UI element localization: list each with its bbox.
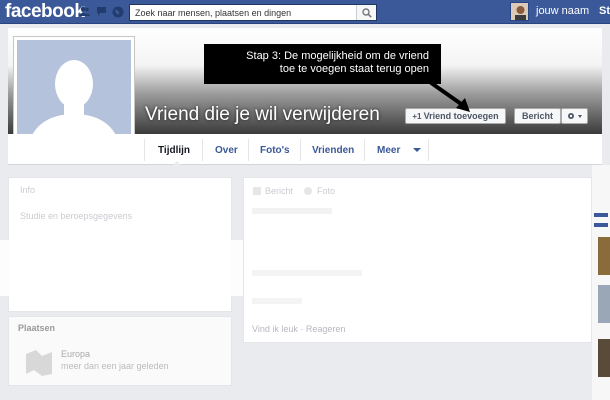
messages-icon[interactable] [96, 6, 107, 17]
search-icon [362, 8, 372, 18]
settings-dropdown-button[interactable] [561, 108, 588, 124]
friend-requests-icon[interactable] [79, 6, 90, 17]
home-link-partial[interactable]: St [599, 5, 610, 17]
right-sidebar-partial [592, 165, 610, 400]
notifications-globe-icon[interactable] [112, 6, 124, 18]
place-sub: meer dan een jaar geleden [61, 361, 169, 371]
post-line [252, 298, 302, 304]
places-title: Plaatsen [18, 323, 56, 333]
add-friend-icon: +1 [412, 112, 424, 121]
user-avatar[interactable] [510, 2, 529, 21]
profile-name: Vriend die je wil verwijderen [145, 104, 380, 125]
place-name[interactable]: Europa [61, 349, 90, 359]
place-map-icon [26, 350, 52, 376]
gear-icon [567, 113, 582, 119]
fade-overlay [0, 240, 243, 296]
tab-photos[interactable]: Foto's [260, 145, 290, 156]
message-button[interactable]: Bericht [514, 108, 561, 124]
search-box [129, 4, 377, 21]
composer-status[interactable]: Bericht [265, 186, 293, 196]
callout-line-1: Stap 3: De mogelijkheid om de vriend [246, 50, 429, 62]
info-row[interactable]: Studie en beroepsgegevens [20, 211, 132, 221]
tab-about[interactable]: Over [215, 145, 238, 156]
composer-input-placeholder[interactable] [252, 208, 332, 214]
places-card: Plaatsen Europa meer dan een jaar gelede… [8, 316, 232, 386]
search-button[interactable] [356, 5, 376, 20]
callout-arrow-icon [425, 78, 470, 112]
post-actions[interactable]: Vind ik leuk · Reageren [252, 324, 345, 334]
profile-nav-bar: Tijdlijn Over Foto's Vrienden Meer [8, 134, 602, 167]
sidebar-thumbnail[interactable] [598, 339, 610, 377]
photo-icon [304, 187, 312, 195]
tab-friends[interactable]: Vrienden [312, 145, 354, 156]
info-header: Info [20, 185, 36, 195]
callout-line-2: toe te voegen staat terug open [279, 63, 429, 75]
search-input[interactable] [130, 5, 356, 20]
tab-more[interactable]: Meer [377, 145, 400, 156]
user-name-link[interactable]: jouw naam [536, 5, 589, 17]
sidebar-link[interactable] [594, 223, 608, 227]
facebook-logo[interactable]: facebook [5, 1, 85, 23]
composer-photo[interactable]: Foto [317, 186, 335, 196]
chevron-down-icon [413, 148, 421, 152]
instruction-callout: Stap 3: De mogelijkheid om de vriend toe… [204, 44, 441, 84]
status-icon [253, 187, 261, 195]
sidebar-thumbnail[interactable] [598, 285, 610, 323]
tab-timeline[interactable]: Tijdlijn [158, 145, 190, 156]
post-line [252, 270, 362, 276]
top-bar: facebook jouw naam St [0, 0, 610, 24]
sidebar-thumbnail[interactable] [598, 237, 610, 275]
composer-card: Bericht Foto Vind ik leuk · Reageren [243, 177, 592, 343]
active-tab-indicator [171, 161, 183, 167]
sidebar-link[interactable] [594, 213, 608, 217]
